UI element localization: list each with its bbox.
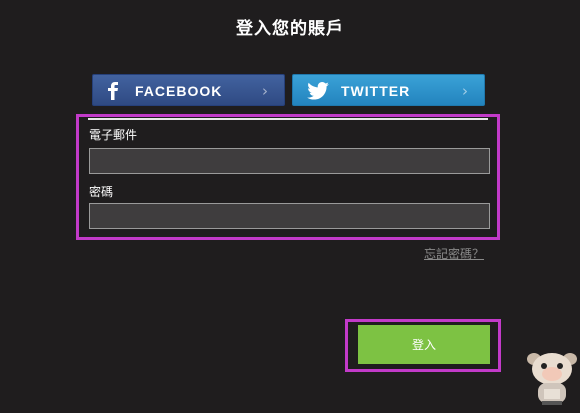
chevron-right-icon: › [262,82,268,100]
twitter-icon [307,75,329,107]
email-label: 電子郵件 [89,128,138,142]
facebook-icon [107,75,119,107]
forgot-password-link[interactable]: 忘記密碼？ [424,246,484,262]
password-field[interactable] [89,203,490,229]
mascot-watermark-icon [524,345,580,409]
page-title: 登入您的賬戶 [236,19,344,39]
twitter-label: TWITTER [341,83,411,99]
login-button[interactable]: 登入 [358,325,490,364]
chevron-right-icon: › [462,82,468,100]
facebook-login-button[interactable]: FACEBOOK › [92,74,285,106]
password-label: 密碼 [89,185,114,199]
form-divider [88,118,488,120]
email-field[interactable] [89,148,490,174]
twitter-login-button[interactable]: TWITTER › [292,74,485,106]
facebook-label: FACEBOOK [135,83,223,99]
